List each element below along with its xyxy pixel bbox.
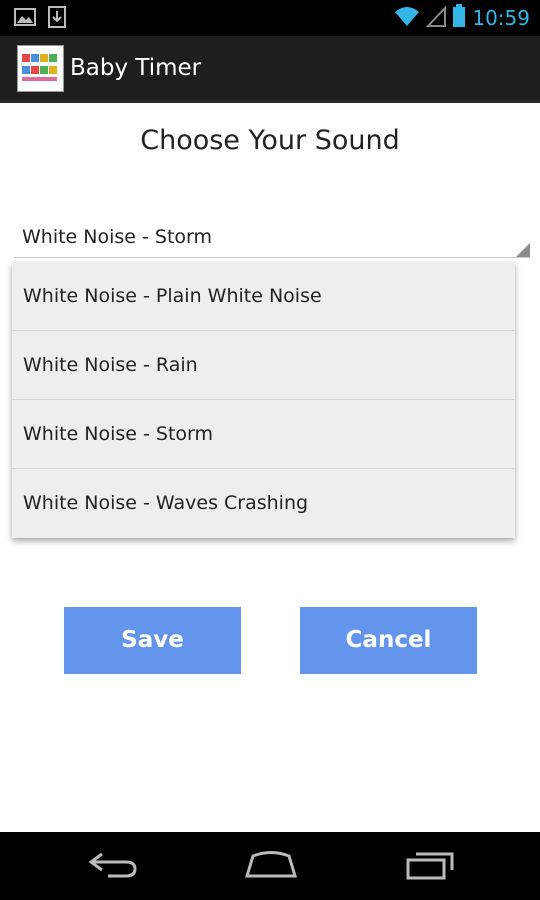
battery-icon (452, 4, 466, 32)
spinner-selected-value: White Noise - Storm (22, 226, 213, 248)
spinner-arrow-icon (516, 243, 530, 257)
sound-spinner[interactable]: White Noise - Storm (14, 214, 530, 258)
save-button[interactable]: Save (64, 607, 241, 674)
home-icon[interactable] (243, 850, 299, 884)
cancel-button[interactable]: Cancel (300, 607, 477, 674)
baby-timer-app-icon[interactable] (17, 45, 64, 92)
status-time: 10:59 (472, 6, 530, 30)
signal-icon (426, 5, 447, 31)
system-status: 10:59 (394, 4, 530, 32)
image-notification-icon (14, 6, 36, 32)
action-bar: Baby Timer (0, 36, 540, 103)
dropdown-item[interactable]: White Noise - Plain White Noise (12, 262, 515, 331)
sound-dropdown: White Noise - Plain White Noise White No… (12, 262, 515, 538)
dropdown-item-label: White Noise - Storm (23, 423, 214, 445)
back-icon[interactable] (88, 850, 138, 884)
notification-icons (14, 6, 68, 32)
recent-apps-icon[interactable] (404, 850, 456, 884)
download-notification-icon (46, 6, 68, 32)
status-bar: 10:59 (0, 0, 540, 36)
dropdown-item-label: White Noise - Waves Crashing (23, 492, 309, 514)
page-title: Choose Your Sound (140, 125, 400, 156)
dropdown-item[interactable]: White Noise - Rain (12, 331, 515, 400)
dropdown-item-label: White Noise - Rain (23, 354, 198, 376)
app-title: Baby Timer (70, 55, 202, 81)
dropdown-item[interactable]: White Noise - Waves Crashing (12, 469, 515, 538)
main-content: Choose Your Sound White Noise - Storm Wh… (0, 103, 540, 832)
wifi-icon (394, 5, 420, 31)
dropdown-item[interactable]: White Noise - Storm (12, 400, 515, 469)
dropdown-item-label: White Noise - Plain White Noise (23, 285, 322, 307)
spinner-underline (14, 257, 530, 258)
navigation-bar (0, 832, 540, 900)
